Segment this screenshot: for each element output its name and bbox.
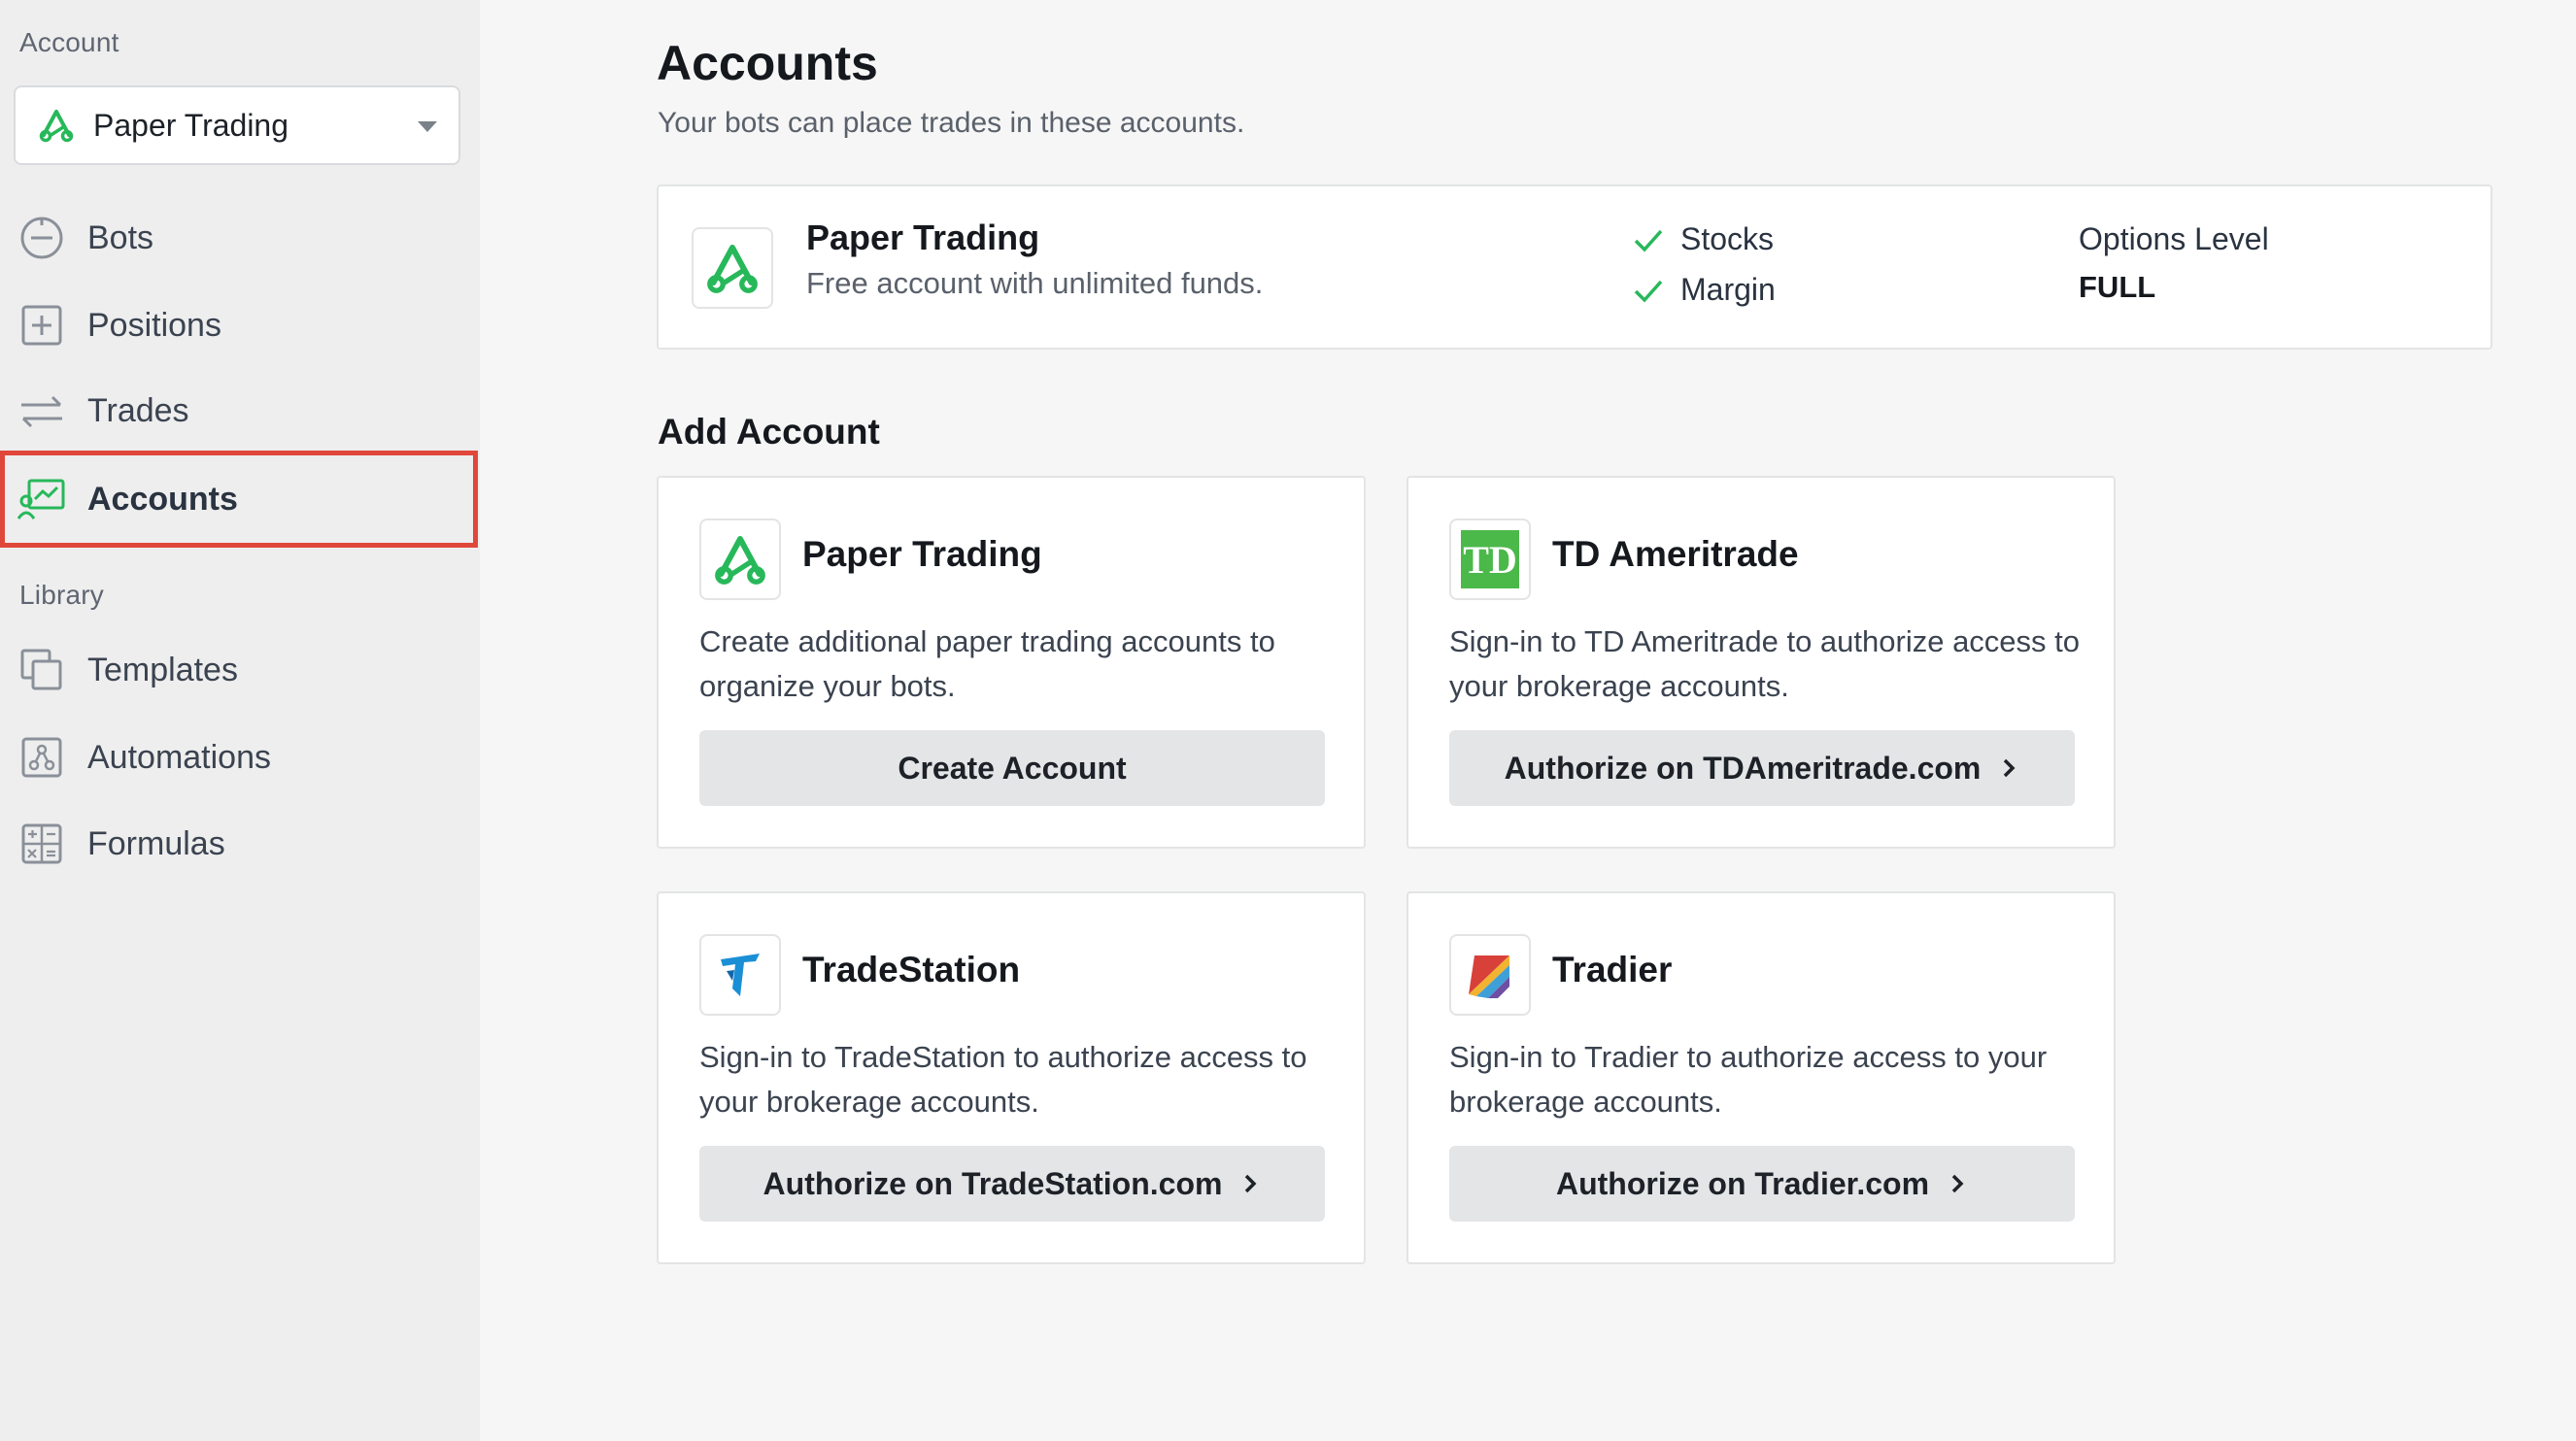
button-label: Authorize on TradeStation.com	[763, 1165, 1223, 1201]
copy-icon	[17, 646, 66, 694]
sidebar-item-label: Templates	[87, 651, 238, 688]
caret-down-icon	[418, 121, 437, 132]
automation-icon	[17, 733, 66, 782]
add-card-description: Sign-in to TradeStation to authorize acc…	[699, 1040, 1307, 1119]
add-card-description: Sign-in to Tradier to authorize access t…	[1449, 1040, 2048, 1119]
create-account-button[interactable]: Create Account	[699, 730, 1325, 806]
sidebar-item-label: Accounts	[87, 480, 238, 518]
feature-stocks: Stocks	[1632, 221, 1774, 257]
sidebar-item-label: Bots	[87, 218, 154, 256]
authorize-tdameritrade-button[interactable]: Authorize on TDAmeritrade.com	[1449, 730, 2075, 806]
page-subtitle: Your bots can place trades in these acco…	[658, 107, 1245, 139]
sidebar-item-formulas[interactable]: Formulas	[0, 802, 480, 886]
account-select[interactable]: Paper Trading	[14, 85, 460, 165]
current-account-description: Free account with unlimited funds.	[806, 266, 1264, 300]
add-card-tradestation: TradeStation Sign-in to TradeStation to …	[657, 891, 1366, 1264]
button-label: Authorize on Tradier.com	[1555, 1165, 1930, 1201]
calculator-icon	[17, 820, 66, 868]
chevron-right-icon	[2004, 758, 2016, 778]
add-card-title: TradeStation	[802, 950, 1021, 989]
plus-square-icon	[17, 301, 66, 350]
power-icon	[17, 214, 66, 262]
sidebar-item-accounts[interactable]: Accounts	[0, 451, 478, 548]
add-card-paper-trading: Paper Trading Create additional paper tr…	[657, 476, 1366, 849]
sidebar-item-label: Trades	[87, 391, 189, 429]
authorize-tradestation-button[interactable]: Authorize on TradeStation.com	[699, 1146, 1325, 1222]
page-title: Accounts	[657, 36, 878, 90]
library-heading: Library	[19, 580, 104, 610]
add-card-title: TD Ameritrade	[1552, 534, 1799, 574]
current-account-name: Paper Trading	[806, 218, 1040, 257]
chevron-right-icon	[1245, 1174, 1257, 1193]
button-label: Authorize on TDAmeritrade.com	[1504, 750, 1982, 786]
add-card-title: Tradier	[1552, 950, 1673, 989]
sidebar-item-templates[interactable]: Templates	[0, 628, 480, 712]
account-select-value: Paper Trading	[93, 107, 289, 143]
authorize-tradier-button[interactable]: Authorize on Tradier.com	[1449, 1146, 2075, 1222]
add-account-heading: Add Account	[658, 412, 880, 452]
sidebar: Account Paper Trading Bots Positions Tra…	[0, 0, 480, 1441]
options-level-value: FULL	[2079, 270, 2156, 304]
add-card-td-ameritrade: TD TD Ameritrade Sign-in to TD Ameritrad…	[1407, 476, 2116, 849]
sidebar-item-automations[interactable]: Automations	[0, 716, 480, 799]
account-chart-icon	[17, 475, 66, 523]
feature-margin: Margin	[1632, 272, 1776, 308]
paper-trading-logo-icon	[39, 110, 74, 143]
add-card-description: Sign-in to TD Ameritrade to authorize ac…	[1449, 624, 2081, 703]
arrows-swap-icon	[17, 386, 66, 435]
sidebar-item-positions[interactable]: Positions	[0, 284, 480, 367]
feature-label: Margin	[1680, 272, 1776, 307]
paper-trading-logo-icon	[692, 227, 773, 309]
td-ameritrade-logo-icon: TD	[1449, 519, 1531, 600]
sidebar-item-label: Positions	[87, 306, 221, 344]
tradestation-logo-icon	[699, 934, 781, 1016]
current-account-card: Paper Trading Free account with unlimite…	[657, 184, 2492, 350]
check-icon	[1634, 280, 1663, 303]
button-label: Create Account	[898, 750, 1127, 786]
sidebar-item-bots[interactable]: Bots	[0, 196, 480, 280]
paper-trading-logo-icon	[699, 519, 781, 600]
tradier-logo-icon	[1449, 934, 1531, 1016]
account-heading: Account	[19, 27, 119, 57]
chevron-right-icon	[1951, 1174, 1964, 1193]
add-card-description: Create additional paper trading accounts…	[699, 624, 1275, 703]
sidebar-item-label: Automations	[87, 738, 271, 776]
add-card-tradier: Tradier Sign-in to Tradier to authorize …	[1407, 891, 2116, 1264]
sidebar-item-trades[interactable]: Trades	[0, 369, 480, 452]
feature-label: Stocks	[1680, 221, 1775, 256]
sidebar-item-label: Formulas	[87, 824, 225, 862]
check-icon	[1634, 229, 1663, 252]
svg-text:TD: TD	[1463, 538, 1517, 582]
add-card-title: Paper Trading	[802, 534, 1042, 574]
options-level-label: Options Level	[2079, 221, 2269, 256]
app: Account Paper Trading Bots Positions Tra…	[0, 0, 2576, 1441]
